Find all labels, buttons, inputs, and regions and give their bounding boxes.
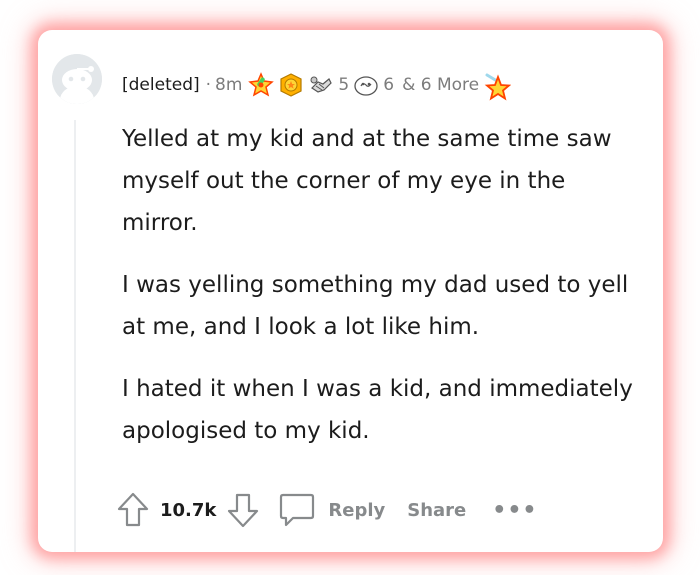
more-options-button[interactable]: ••• — [492, 498, 537, 523]
handshake-award-icon[interactable] — [308, 72, 334, 98]
downvote-button[interactable] — [226, 491, 260, 529]
vote-score: 10.7k — [160, 499, 217, 521]
more-awards-link[interactable]: & 6 More — [402, 75, 479, 95]
downvote-arrow-icon — [228, 493, 259, 528]
comment-paragraph: I hated it when I was a kid, and immedia… — [122, 376, 633, 444]
comment-paragraph: I was yelling something my dad used to y… — [122, 272, 629, 340]
reply-button[interactable]: Reply — [278, 492, 385, 528]
default-avatar-icon — [52, 54, 102, 104]
upvote-arrow-icon — [117, 492, 149, 527]
award-count: 5 — [338, 75, 350, 95]
thread-line[interactable] — [74, 120, 76, 552]
avatar[interactable] — [52, 54, 102, 104]
reply-label: Reply — [328, 499, 386, 521]
comment-meta: [deleted] · 8m 5 6 & 6 More — [122, 70, 512, 101]
swirl-face-award-icon[interactable] — [353, 72, 379, 98]
comment-body: Yelled at my kid and at the same time sa… — [122, 118, 642, 472]
speech-bubble-icon — [280, 493, 315, 527]
award-count: 6 — [383, 75, 395, 95]
rocket-award-icon[interactable] — [248, 72, 275, 98]
comment-age[interactable]: 8m — [215, 75, 242, 95]
comment-paragraph: Yelled at my kid and at the same time sa… — [122, 126, 612, 236]
upvote-button[interactable] — [116, 491, 150, 529]
comment-card: [deleted] · 8m 5 6 & 6 More Yelled at my… — [38, 30, 663, 552]
screenshot-canvas: [deleted] · 8m 5 6 & 6 More Yelled at my… — [0, 0, 700, 575]
gold-badge-award-icon[interactable] — [278, 72, 304, 98]
comment-actions: 10.7k Reply Share ••• — [116, 490, 537, 530]
meta-separator: · — [205, 75, 212, 95]
star-award-icon[interactable] — [481, 72, 512, 101]
share-button[interactable]: Share — [407, 500, 466, 521]
username[interactable]: [deleted] — [122, 75, 200, 95]
